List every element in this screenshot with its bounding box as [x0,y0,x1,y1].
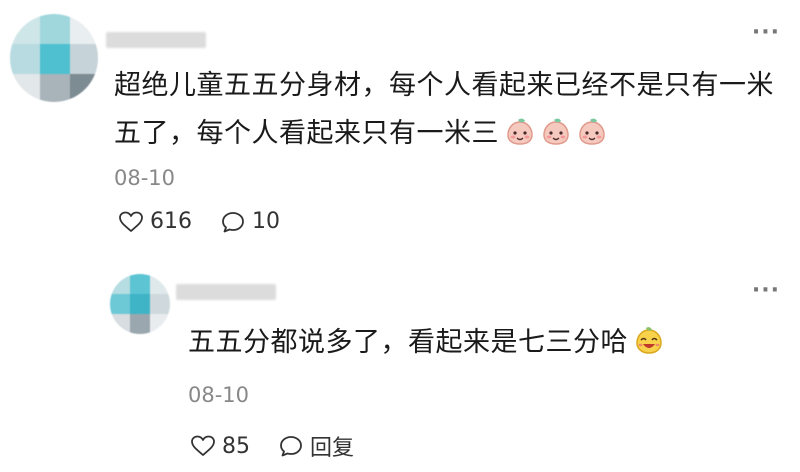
avatar[interactable] [110,274,170,334]
comment-item: ··· 超绝儿童五五分身材，每个人看起来已经不是只有一米五了，每个人看起来只有一… [0,0,800,260]
reply-actions: 85 回复 [190,430,382,462]
heart-icon [119,211,143,232]
like-button[interactable]: 616 [118,209,192,234]
peach-face-icon [507,118,533,145]
more-options-icon[interactable]: ··· [752,22,780,44]
reply-text: 五五分都说多了，看起来是七三分哈 [188,319,748,367]
avatar[interactable] [10,14,98,102]
peach-face-icon [579,118,605,145]
like-count: 616 [150,209,192,234]
comment-actions: 616 10 [118,209,308,234]
reply-date: 08-10 [188,383,250,407]
comment-body: 超绝儿童五五分身材，每个人看起来已经不是只有一米五了，每个人看起来只有一米三 [114,70,774,149]
heart-icon [191,435,215,456]
username[interactable] [176,284,276,300]
username[interactable] [106,32,206,48]
peach-face-icon [543,118,569,145]
laughing-face-icon [636,327,662,354]
reply-button[interactable]: 回复 [278,430,354,462]
comment-date: 08-10 [114,166,176,190]
like-count: 85 [222,433,250,459]
reply-body: 五五分都说多了，看起来是七三分哈 [188,327,628,358]
speech-bubble-icon [222,211,244,232]
reply-button[interactable]: 10 [220,209,280,234]
comment-text: 超绝儿童五五分身材，每个人看起来已经不是只有一米五了，每个人看起来只有一米三 [114,62,790,158]
reply-label: 回复 [310,436,355,461]
reply-count: 10 [252,209,280,234]
like-button[interactable]: 85 [190,434,250,459]
more-options-icon[interactable]: ··· [752,280,780,302]
reply-item: ··· 五五分都说多了，看起来是七三分哈 08-10 85 回复 [0,262,800,472]
speech-bubble-icon [280,436,302,457]
